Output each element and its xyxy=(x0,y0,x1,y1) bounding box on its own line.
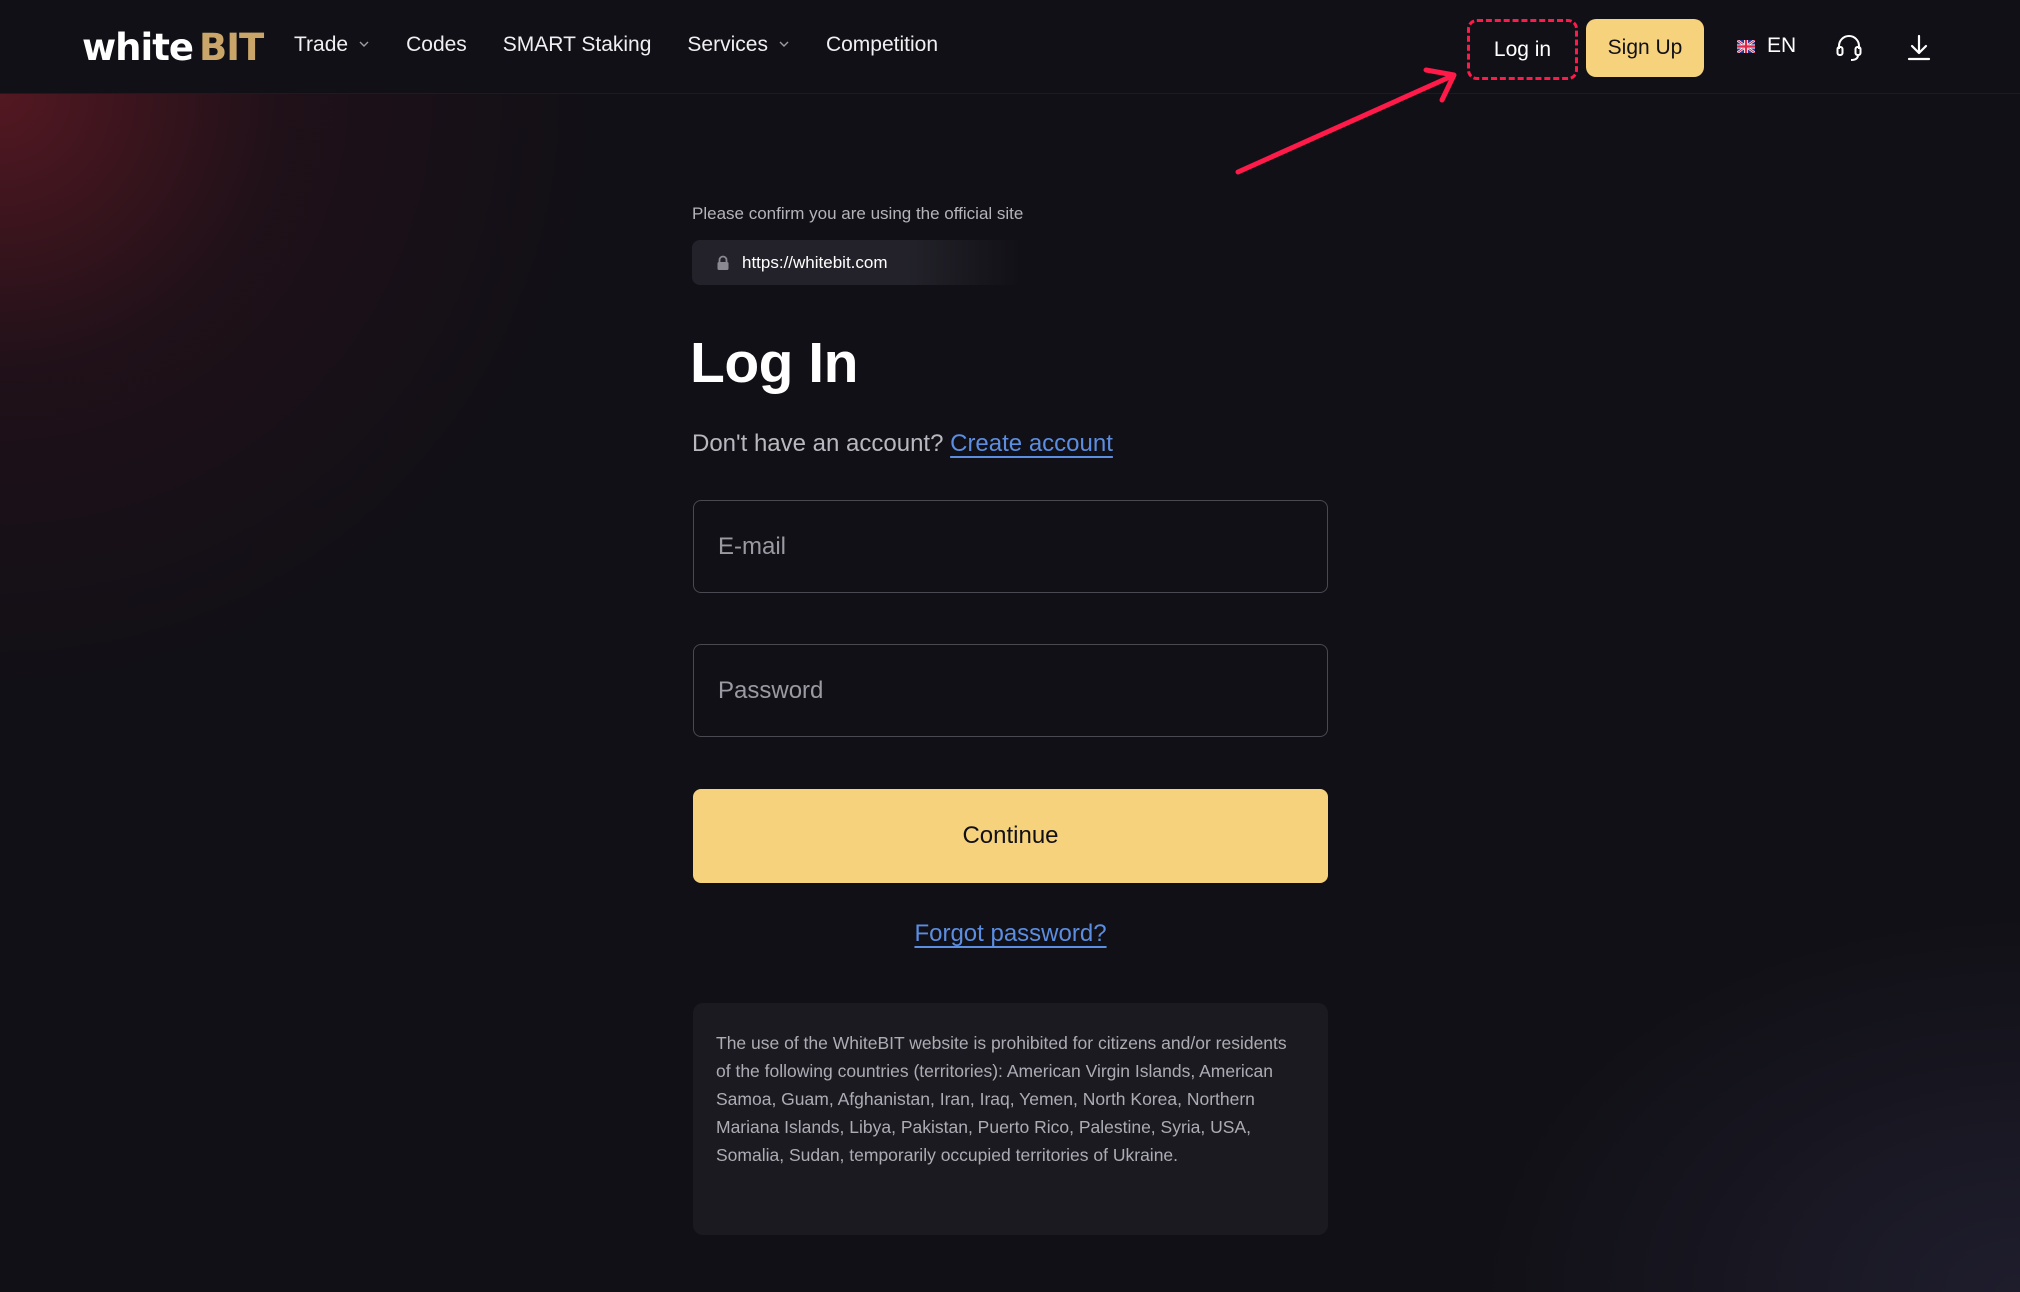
nav-item-services-label: Services xyxy=(687,33,768,56)
main-nav: Trade Codes SMART Staking Services Compe… xyxy=(294,33,974,57)
forgot-password-link[interactable]: Forgot password? xyxy=(693,920,1328,948)
create-account-link[interactable]: Create account xyxy=(950,430,1113,457)
login-button[interactable]: Log in xyxy=(1467,19,1578,80)
continue-button[interactable]: Continue xyxy=(693,789,1328,883)
logo-bit-text: BIT xyxy=(199,26,264,69)
signup-prompt: Don't have an account? Create account xyxy=(692,430,1113,458)
restriction-notice: The use of the WhiteBIT website is prohi… xyxy=(693,1003,1328,1235)
download-button[interactable] xyxy=(1902,31,1936,65)
nav-item-codes-label: Codes xyxy=(406,33,467,56)
nav-item-services[interactable]: Services xyxy=(687,33,790,57)
whitebit-logo[interactable]: white BIT xyxy=(82,26,264,69)
nav-item-trade-label: Trade xyxy=(294,33,349,56)
annotation-arrow xyxy=(1235,67,1457,175)
download-icon xyxy=(1907,34,1931,61)
nav-item-codes[interactable]: Codes xyxy=(406,33,467,57)
official-site-notice: Please confirm you are using the officia… xyxy=(692,204,1024,223)
headset-icon xyxy=(1836,35,1862,61)
support-button[interactable] xyxy=(1832,31,1866,65)
background-glow-right xyxy=(1420,872,2020,1292)
nav-item-competition[interactable]: Competition xyxy=(826,33,938,57)
page-title: Log In xyxy=(690,331,858,395)
password-field[interactable]: Password xyxy=(693,644,1328,737)
uk-flag-icon xyxy=(1737,39,1755,53)
signup-button[interactable]: Sign Up xyxy=(1586,19,1704,77)
chevron-down-icon xyxy=(779,41,789,47)
official-url: https://whitebit.com xyxy=(742,252,888,272)
language-selector[interactable]: EN xyxy=(1737,34,1796,58)
nav-item-smart-staking-label: SMART Staking xyxy=(502,33,652,56)
nav-item-smart-staking[interactable]: SMART Staking xyxy=(503,33,652,57)
nav-item-trade[interactable]: Trade xyxy=(294,33,370,57)
email-field[interactable]: E-mail xyxy=(693,500,1328,593)
lock-icon xyxy=(717,255,729,270)
background-glow-left xyxy=(0,92,700,792)
official-url-badge: https://whitebit.com xyxy=(692,240,1022,285)
no-account-text: Don't have an account? xyxy=(692,430,944,457)
logo-white-text: white xyxy=(82,26,194,69)
top-navbar: white BIT Trade Codes SMART Staking Servi… xyxy=(0,0,2020,94)
chevron-down-icon xyxy=(359,41,369,47)
language-label: EN xyxy=(1767,34,1797,57)
nav-item-competition-label: Competition xyxy=(825,33,939,56)
